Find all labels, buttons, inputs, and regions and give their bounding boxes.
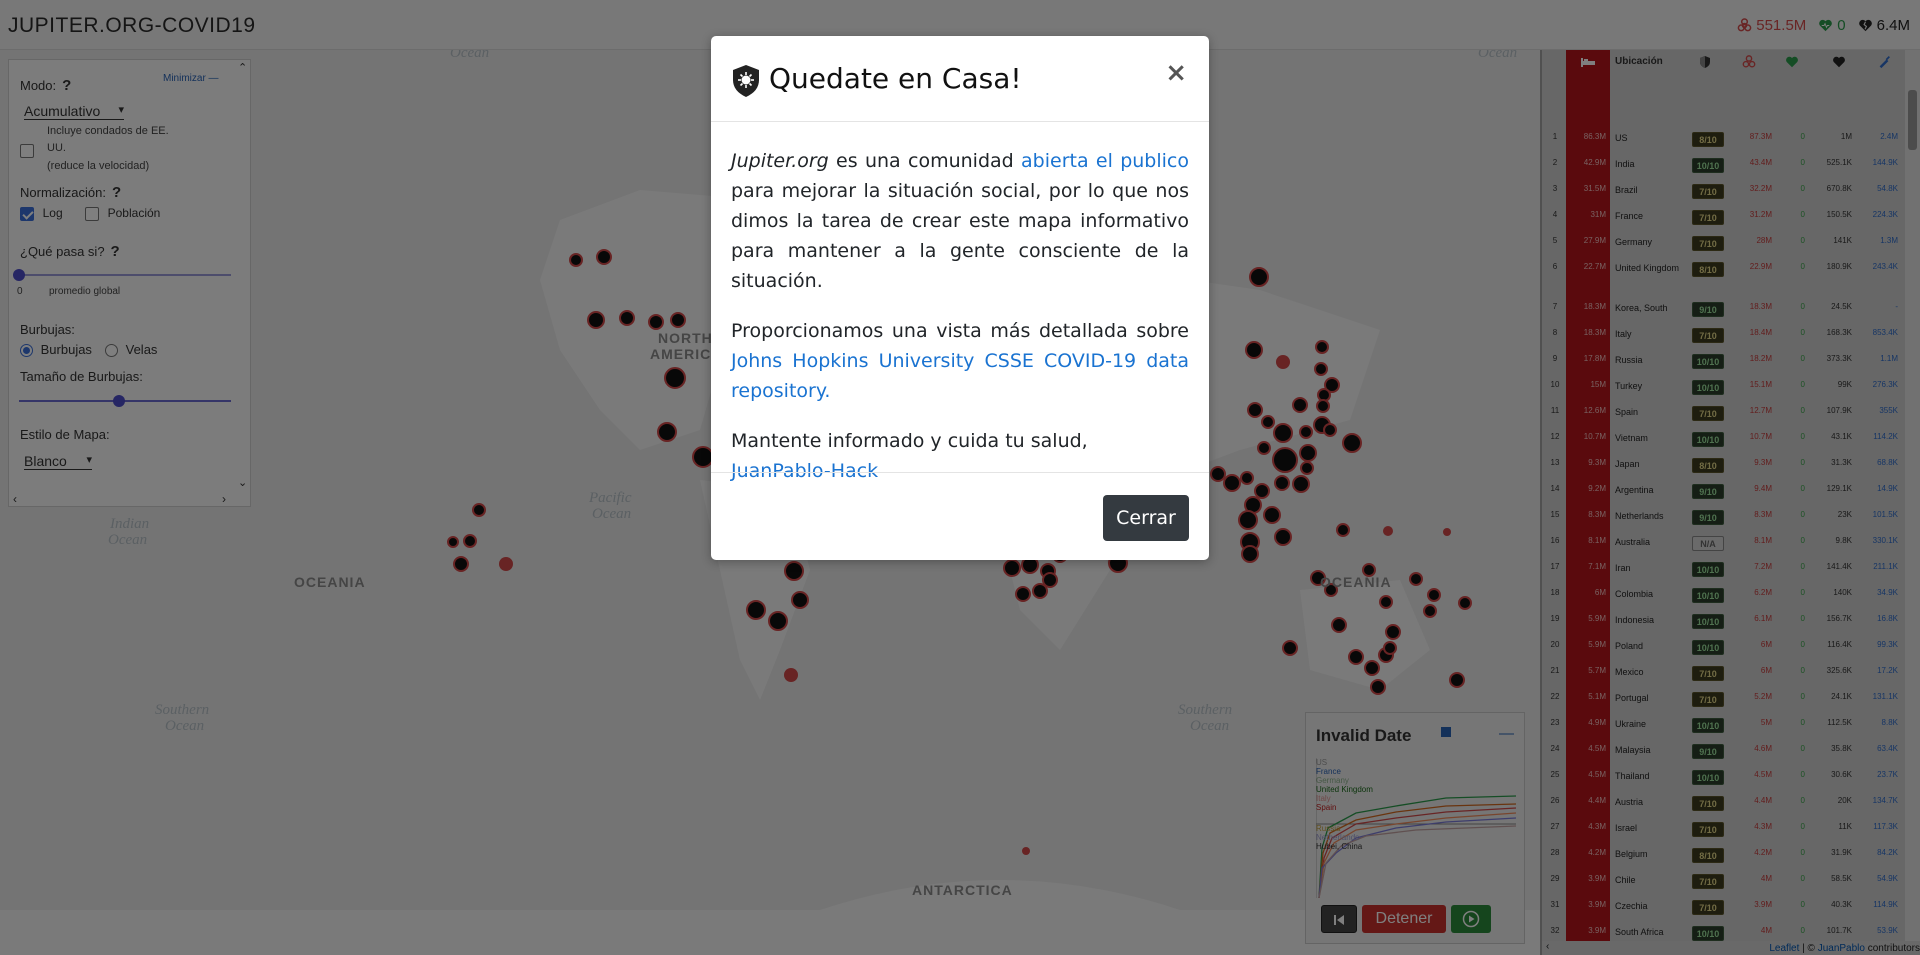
open-community-link[interactable]: abierta el publico <box>1021 150 1189 172</box>
modal-header: Quedate en Casa! × <box>711 36 1209 122</box>
close-button[interactable]: Cerrar <box>1103 495 1189 541</box>
close-icon[interactable]: × <box>1165 58 1187 88</box>
modal-body: Jupiter.org es una comunidad abierta el … <box>731 146 1189 506</box>
stay-home-modal: Quedate en Casa! × Jupiter.org es una co… <box>711 36 1209 560</box>
intro-paragraph: Jupiter.org es una comunidad abierta el … <box>731 150 1189 292</box>
virus-shield-icon <box>733 65 759 97</box>
source-paragraph: Proporcionamos una vista más detallada s… <box>731 320 1189 402</box>
modal-footer: Cerrar <box>711 472 1209 560</box>
modal-title: Quedate en Casa! <box>769 62 1022 95</box>
jhu-repository-link[interactable]: Johns Hopkins University CSSE COVID-19 d… <box>731 350 1189 402</box>
